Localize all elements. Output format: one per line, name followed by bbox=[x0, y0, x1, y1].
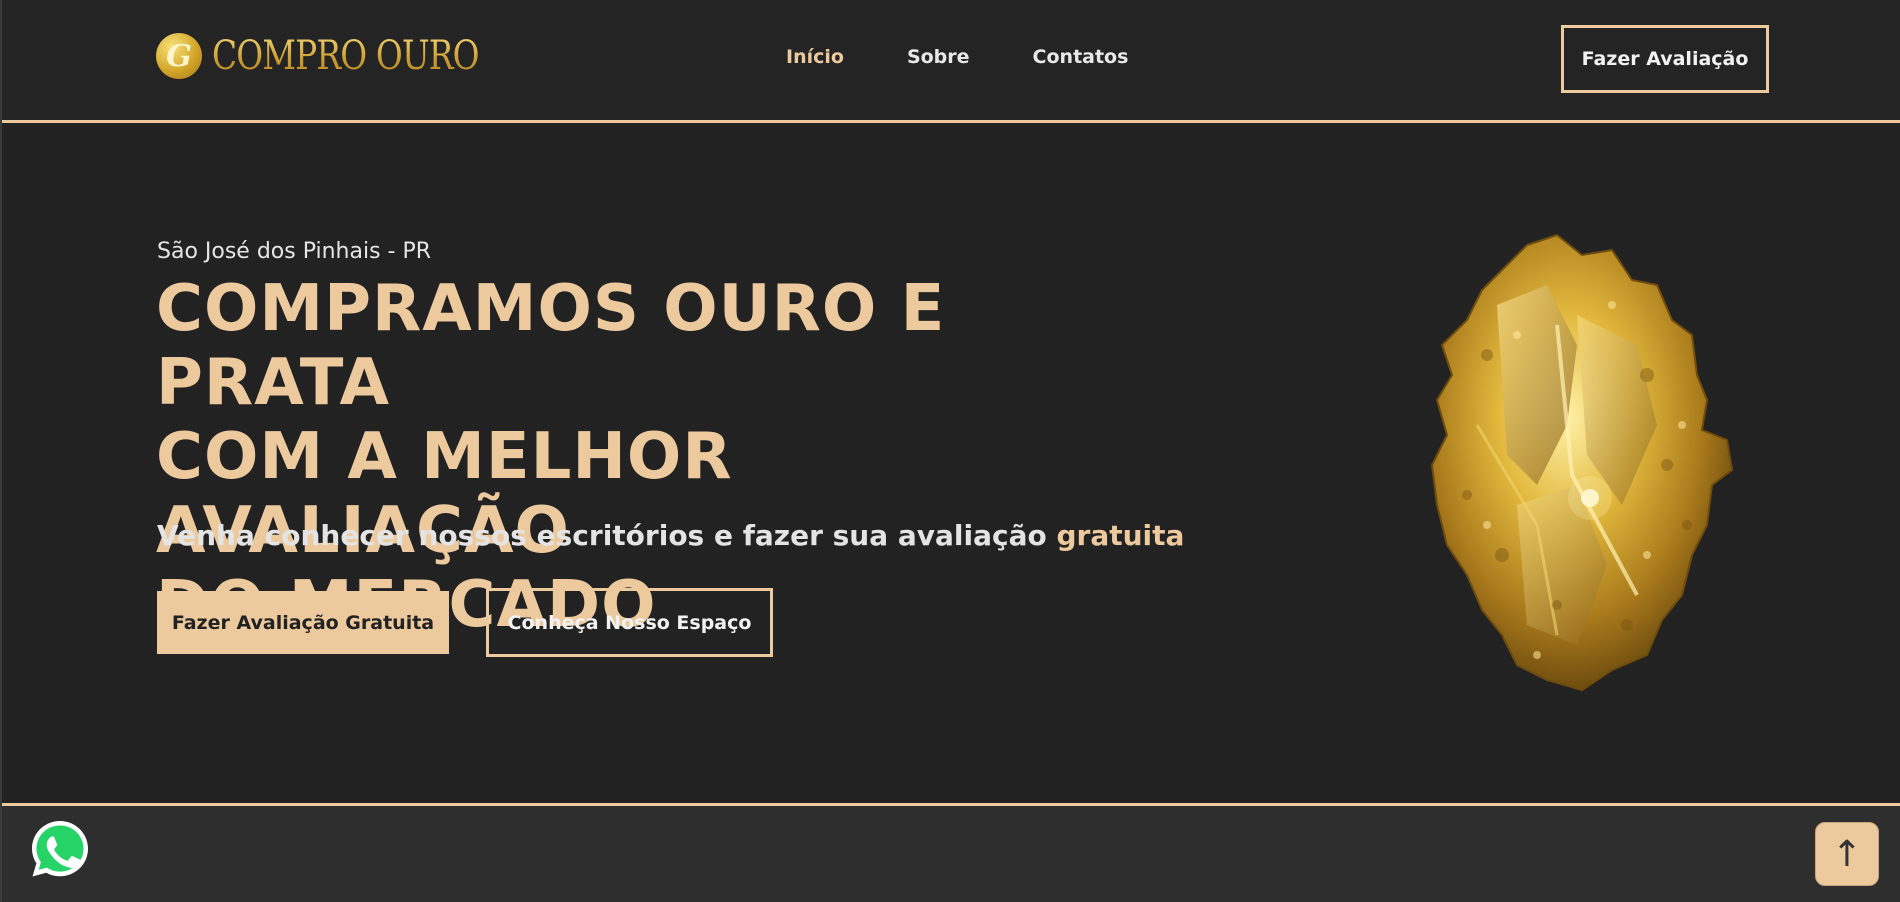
hero-headline-line-1: COMPRAMOS OURO E PRATA bbox=[156, 272, 946, 420]
header-evaluation-button[interactable]: Fazer Avaliação bbox=[1561, 25, 1769, 93]
nav-item-contatos[interactable]: Contatos bbox=[1033, 46, 1129, 68]
visit-space-button[interactable]: Conheça Nosso Espaço bbox=[486, 588, 773, 657]
arrow-up-icon: ↑ bbox=[1831, 833, 1863, 875]
hero-subtitle-accent: gratuita bbox=[1056, 519, 1185, 552]
free-evaluation-button[interactable]: Fazer Avaliação Gratuita bbox=[157, 591, 449, 654]
scroll-to-top-button[interactable]: ↑ bbox=[1815, 822, 1879, 886]
logo-coin-icon: G bbox=[156, 33, 202, 79]
nav-item-inicio[interactable]: Início bbox=[786, 46, 844, 68]
next-section bbox=[2, 806, 1900, 902]
nav-item-sobre[interactable]: Sobre bbox=[907, 46, 970, 68]
main-nav: Início Sobre Contatos bbox=[786, 46, 1128, 68]
hero-subtitle-text: Venha conhecer nossos escritórios e faze… bbox=[157, 519, 1047, 552]
hero-subtitle: Venha conhecer nossos escritórios e faze… bbox=[157, 519, 1184, 552]
logo-text: COMPRO OURO bbox=[212, 33, 480, 79]
gold-nugget-image bbox=[1407, 225, 1737, 700]
header-divider bbox=[2, 120, 1900, 123]
hero-location: São José dos Pinhais - PR bbox=[157, 239, 432, 264]
whatsapp-icon[interactable] bbox=[28, 817, 92, 881]
site-header: G COMPRO OURO Início Sobre Contatos Faze… bbox=[2, 0, 1900, 120]
hero-headline: COMPRAMOS OURO E PRATA COM A MELHOR AVAL… bbox=[156, 272, 1116, 642]
page: G COMPRO OURO Início Sobre Contatos Faze… bbox=[0, 0, 1900, 902]
logo[interactable]: G COMPRO OURO bbox=[156, 32, 537, 80]
